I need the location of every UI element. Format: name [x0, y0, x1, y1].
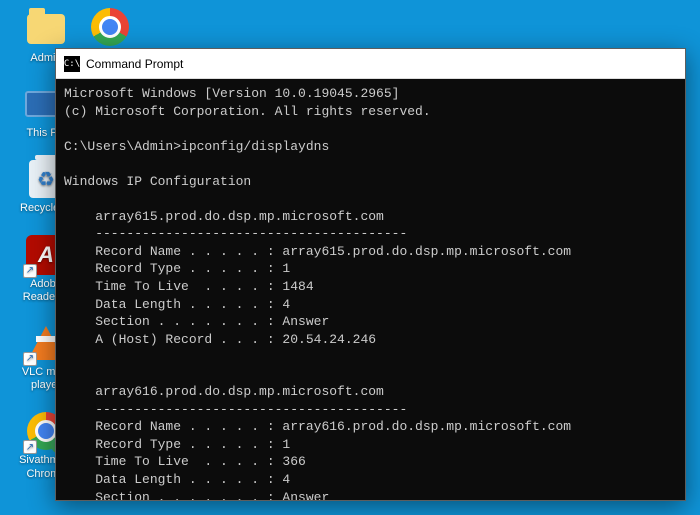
desktop: Admin This PC ♻ Recycle Bi A↗ Adobe Read…: [0, 0, 700, 515]
command-prompt-window[interactable]: C:\ Command Prompt Microsoft Windows [Ve…: [55, 48, 686, 501]
cmd-icon: C:\: [64, 56, 80, 72]
terminal-output[interactable]: Microsoft Windows [Version 10.0.19045.29…: [56, 79, 685, 500]
folder-icon: [25, 8, 67, 50]
desktop-icon-chrome[interactable]: [78, 6, 142, 50]
titlebar[interactable]: C:\ Command Prompt: [56, 49, 685, 79]
chrome-icon: [89, 6, 131, 48]
window-title: Command Prompt: [86, 57, 183, 71]
